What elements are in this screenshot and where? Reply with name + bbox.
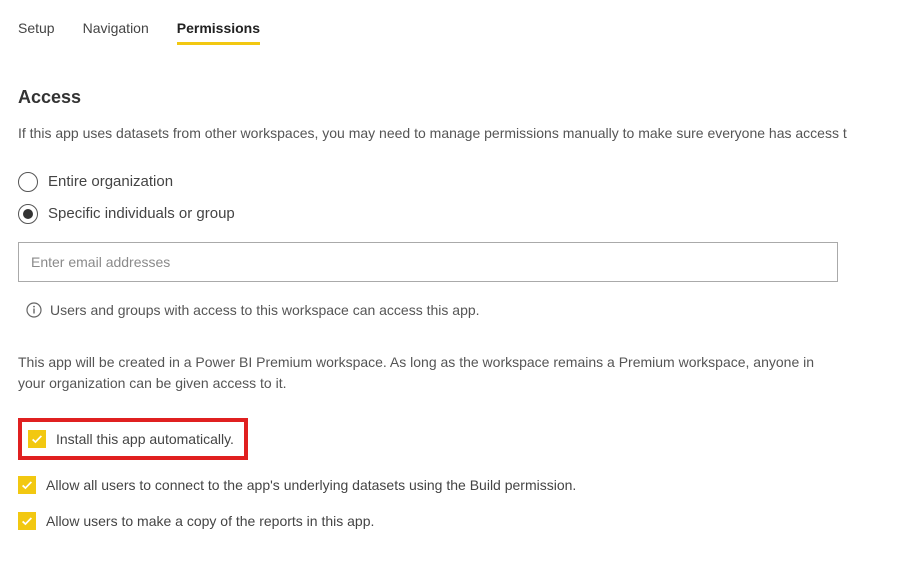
checkbox-row-copy: Allow users to make a copy of the report…: [18, 512, 880, 530]
section-title: Access: [18, 87, 880, 108]
checkbox-label: Allow all users to connect to the app's …: [46, 477, 576, 493]
radio-entire-organization[interactable]: Entire organization: [18, 172, 880, 192]
radio-specific-individuals[interactable]: Specific individuals or group: [18, 204, 880, 224]
access-hint: Users and groups with access to this wor…: [26, 302, 880, 318]
section-intro: If this app uses datasets from other wor…: [18, 124, 880, 144]
highlight-install-automatically: Install this app automatically.: [18, 418, 248, 460]
check-icon: [30, 432, 44, 446]
tab-permissions[interactable]: Permissions: [177, 20, 260, 45]
premium-text: This app will be created in a Power BI P…: [18, 352, 838, 394]
check-icon: [20, 514, 34, 528]
radio-icon: [18, 172, 38, 192]
checkbox-build[interactable]: [18, 476, 36, 494]
check-icon: [20, 478, 34, 492]
checkbox-install[interactable]: [28, 430, 46, 448]
radio-label: Specific individuals or group: [48, 205, 235, 222]
tab-navigation[interactable]: Navigation: [83, 20, 149, 45]
radio-label: Entire organization: [48, 173, 173, 190]
checkbox-label: Allow users to make a copy of the report…: [46, 513, 374, 529]
checkbox-copy[interactable]: [18, 512, 36, 530]
email-input[interactable]: [18, 242, 838, 282]
checkbox-row-build: Allow all users to connect to the app's …: [18, 476, 880, 494]
info-icon: [26, 302, 42, 318]
tab-setup[interactable]: Setup: [18, 20, 55, 45]
tab-bar: Setup Navigation Permissions: [18, 20, 880, 45]
radio-icon: [18, 204, 38, 224]
hint-text: Users and groups with access to this wor…: [50, 302, 480, 318]
checkbox-label: Install this app automatically.: [56, 431, 234, 447]
